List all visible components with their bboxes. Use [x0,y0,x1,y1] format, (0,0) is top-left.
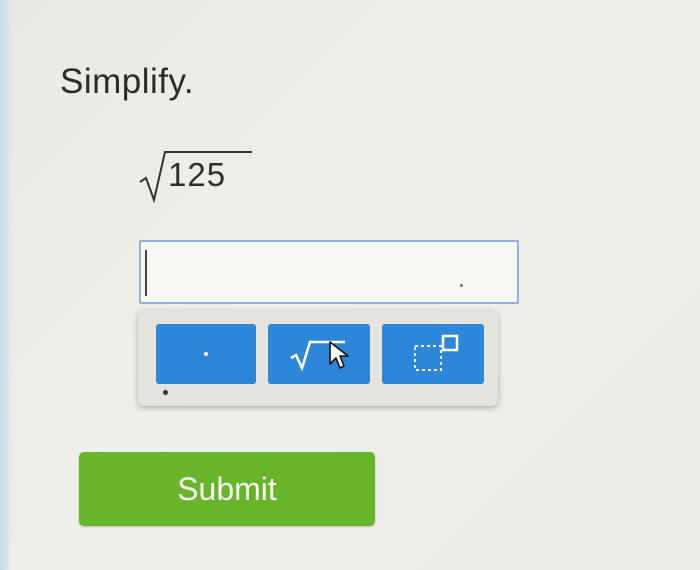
submit-button[interactable]: Submit [79,452,375,526]
screen-edge [0,0,14,570]
keypad-indicator [163,390,168,395]
square-root-expression: 125 [138,148,258,204]
question-instruction: Simplify. [60,62,195,101]
exponent-icon [414,334,459,371]
math-keypad [138,310,498,406]
decimal-point-button[interactable] [156,324,256,384]
radicand-value: 125 [168,156,227,193]
mouse-cursor-icon [329,341,349,369]
square-root-button[interactable] [268,324,370,384]
text-cursor [145,250,147,296]
exponent-button[interactable] [382,324,484,384]
answer-input[interactable] [139,240,519,304]
input-marker [460,284,463,287]
dot-icon [204,352,208,356]
question-page: Simplify. 125 Submit [0,0,700,570]
